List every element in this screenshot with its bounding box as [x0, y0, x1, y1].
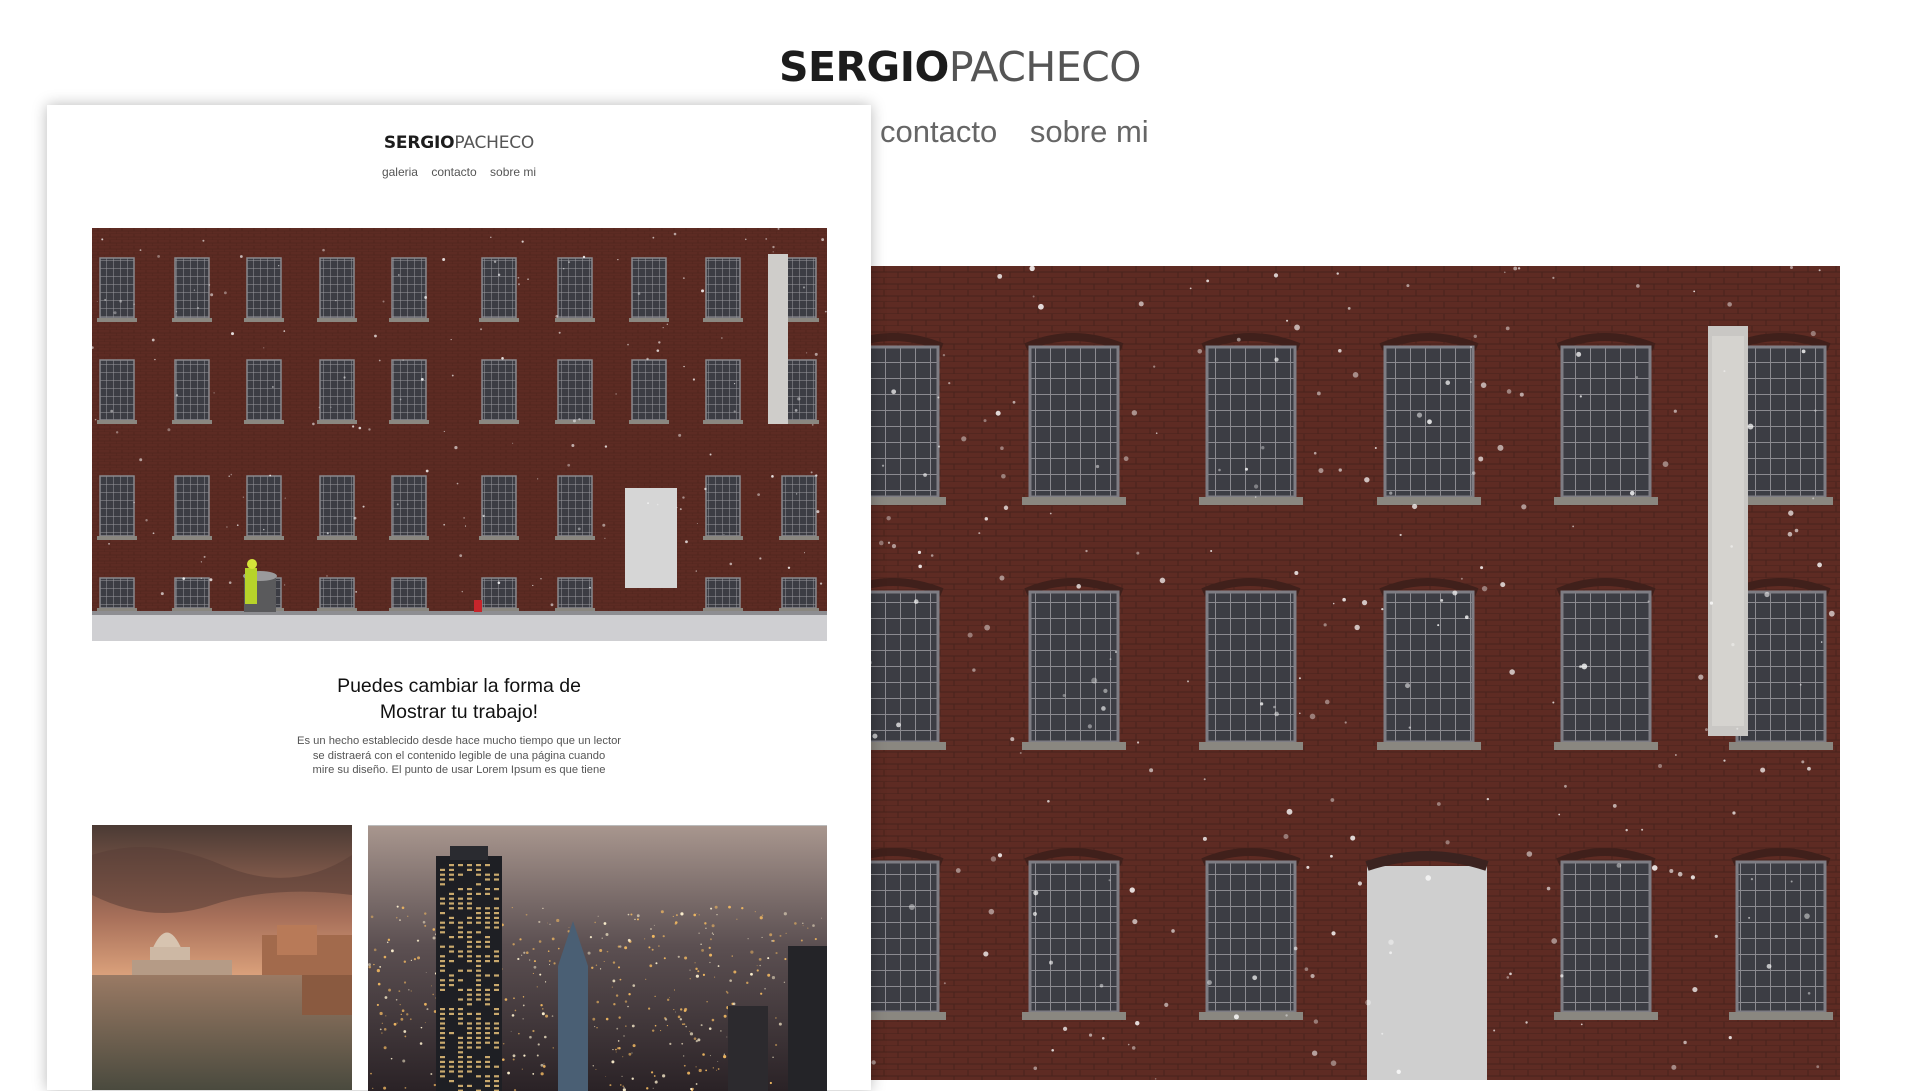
nav-sobre-mi[interactable]: sobre mi [1030, 114, 1149, 149]
card-logo[interactable]: SERGIOPACHECO [47, 133, 871, 153]
card-logo-light: PACHECO [454, 133, 535, 153]
gallery-thumb-venice[interactable] [92, 825, 352, 1090]
body-line-3: mire su diseño. El punto de usar Lorem I… [312, 764, 606, 776]
section-heading: Puedes cambiar la forma de Mostrar tu tr… [47, 673, 871, 725]
site-logo[interactable]: SERGIOPACHECO [0, 42, 1920, 92]
brick-building-photo-small [92, 228, 827, 641]
hero-photo-large [870, 266, 1840, 1080]
hero-photo [92, 228, 827, 641]
logo-bold-text: SERGIO [778, 43, 949, 91]
heading-line-2: Mostrar tu trabajo! [379, 701, 539, 723]
city-night-photo [368, 826, 827, 1091]
section-body: Es un hecho establecido desde hace mucho… [47, 734, 871, 778]
card-nav: galeria contacto sobre mi [47, 165, 871, 179]
card-nav-contacto[interactable]: contacto [431, 165, 476, 179]
card-nav-galeria[interactable]: galeria [382, 165, 418, 179]
venice-photo [92, 825, 352, 1090]
card-nav-sobre-mi[interactable]: sobre mi [490, 165, 536, 179]
body-line-1: Es un hecho establecido desde hace mucho… [296, 735, 622, 747]
gallery-thumb-city[interactable] [368, 825, 827, 1091]
site-preview-card: SERGIOPACHECO galeria contacto sobre mi [47, 105, 871, 1091]
nav-contacto[interactable]: contacto [880, 114, 997, 149]
brick-building-photo [870, 266, 1840, 1080]
body-line-2: se distraerá con el contenido legible de… [312, 749, 606, 762]
main-nav: contacto sobre mi [880, 114, 1173, 150]
heading-line-1: Puedes cambiar la forma de [337, 675, 581, 697]
logo-light-text: PACHECO [948, 43, 1142, 91]
card-logo-bold: SERGIO [383, 133, 455, 153]
